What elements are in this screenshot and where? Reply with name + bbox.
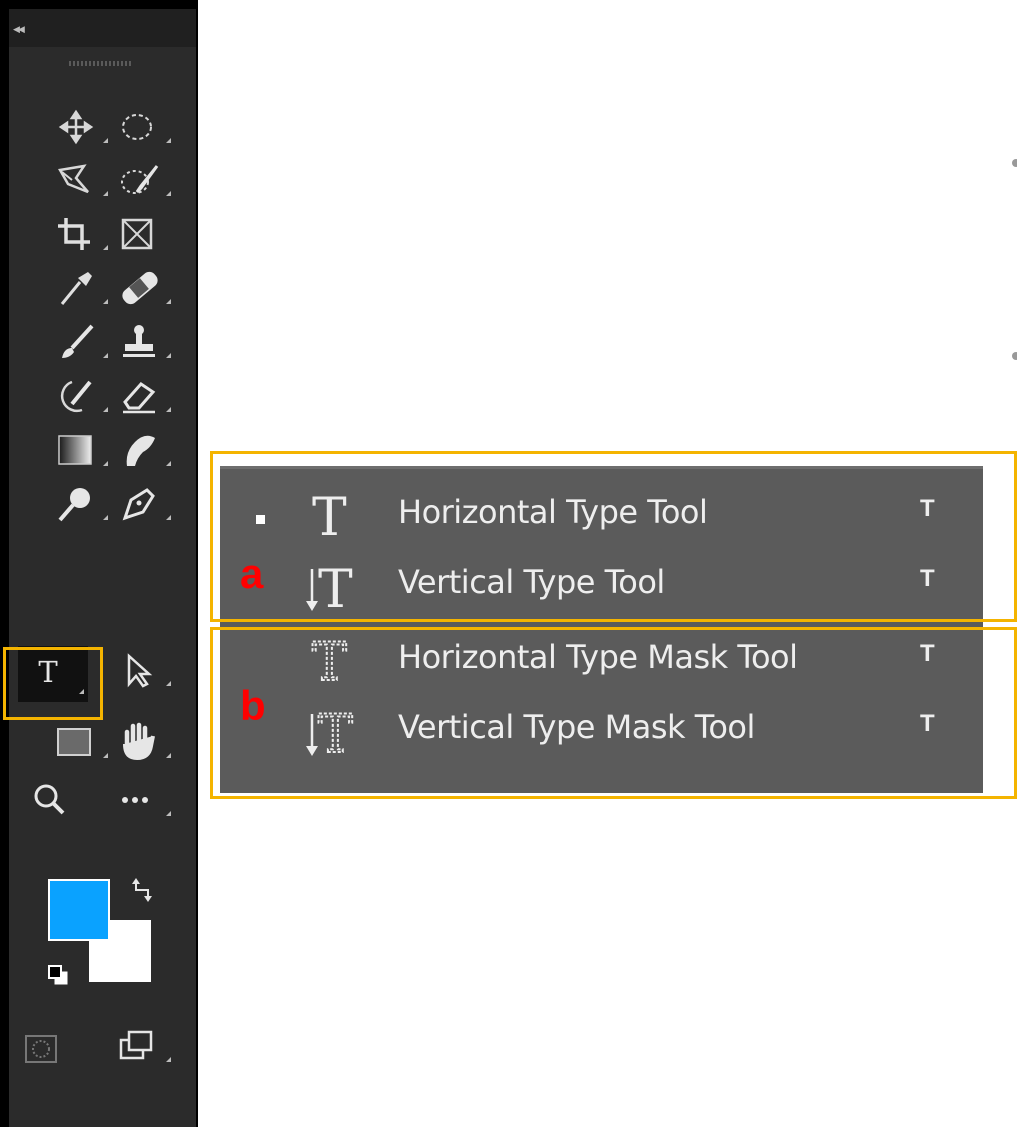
quick-selection-brush-icon	[121, 165, 159, 194]
quick-mask-mode[interactable]	[22, 1028, 78, 1072]
group-a-box	[210, 451, 1017, 622]
submenu-corner-icon	[166, 1057, 171, 1062]
drag-grip[interactable]	[69, 61, 131, 66]
quick-mask-icon	[25, 1035, 57, 1063]
type-tool-highlight	[3, 647, 103, 720]
submenu-corner-icon	[166, 461, 171, 466]
eraser-icon	[123, 382, 156, 414]
lasso-icon	[58, 164, 89, 194]
zoom-tool[interactable]	[28, 778, 84, 822]
path-selection-tool[interactable]	[117, 648, 173, 692]
submenu-corner-icon	[166, 353, 171, 358]
dashed-ellipse-icon	[122, 114, 152, 140]
crop-tool[interactable]	[54, 212, 110, 256]
default-colors-icon[interactable]	[47, 964, 69, 986]
clone-stamp-tool[interactable]	[117, 320, 173, 364]
submenu-corner-icon	[103, 461, 108, 466]
swap-colors-icon[interactable]	[130, 876, 158, 904]
submenu-corner-icon	[103, 515, 108, 520]
toolbar-header[interactable]: ◀◀	[9, 9, 196, 47]
bandage-icon	[122, 271, 158, 305]
healing-brush-tool[interactable]	[117, 266, 173, 310]
double-chevron-left-icon[interactable]: ◀◀	[13, 25, 25, 35]
eyedropper-tool[interactable]	[54, 266, 110, 310]
rectangle-icon	[57, 728, 91, 756]
brush-icon	[62, 324, 94, 358]
submenu-corner-icon	[103, 138, 108, 143]
screen-mode[interactable]	[117, 1024, 173, 1068]
brush-tool[interactable]	[54, 320, 110, 364]
move-tool[interactable]	[54, 105, 110, 149]
eyedropper-icon	[60, 272, 92, 305]
submenu-corner-icon	[103, 753, 108, 758]
submenu-corner-icon	[166, 681, 171, 686]
pen-nib-icon	[122, 488, 155, 521]
gradient-icon	[58, 435, 92, 465]
submenu-corner-icon	[103, 191, 108, 196]
hand-icon	[123, 722, 155, 761]
frame-tool[interactable]	[117, 212, 173, 256]
dodge-tool[interactable]	[54, 482, 110, 526]
rectangle-tool[interactable]	[54, 720, 110, 764]
stamp-icon	[123, 325, 155, 357]
submenu-corner-icon	[166, 191, 171, 196]
pen-tool[interactable]	[117, 482, 173, 526]
frame-x-icon	[121, 218, 153, 250]
submenu-corner-icon	[103, 245, 108, 250]
group-b-box	[210, 627, 1017, 799]
smudge-tool[interactable]	[117, 428, 173, 472]
group-b-label: b	[240, 682, 266, 729]
smudge-finger-icon	[126, 435, 155, 466]
list-bullet	[1012, 159, 1017, 167]
foreground-color-swatch[interactable]	[48, 879, 110, 941]
quick-selection-tool[interactable]	[117, 158, 173, 202]
submenu-corner-icon	[103, 299, 108, 304]
arrow-cursor-icon	[127, 653, 153, 688]
submenu-corner-icon	[166, 753, 171, 758]
history-brush-icon	[60, 380, 92, 413]
submenu-corner-icon	[166, 299, 171, 304]
crop-icon	[58, 218, 90, 250]
eraser-tool[interactable]	[117, 374, 173, 418]
dodge-icon	[58, 488, 90, 522]
screen-mode-icon	[119, 1030, 153, 1060]
submenu-corner-icon	[166, 407, 171, 412]
submenu-corner-icon	[166, 515, 171, 520]
submenu-corner-icon	[103, 353, 108, 358]
lasso-tool[interactable]	[54, 158, 110, 202]
submenu-corner-icon	[103, 407, 108, 412]
history-brush-tool[interactable]	[54, 374, 110, 418]
elliptical-marquee-tool[interactable]	[117, 105, 173, 149]
edit-toolbar[interactable]	[117, 778, 173, 822]
list-bullet	[1012, 352, 1017, 360]
group-a-label: a	[240, 550, 264, 597]
hand-tool[interactable]	[117, 720, 173, 764]
more-dots-icon	[122, 797, 148, 803]
gradient-tool[interactable]	[54, 428, 110, 472]
submenu-corner-icon	[166, 138, 171, 143]
move-arrows-icon	[58, 109, 94, 145]
toolbar-panel: ◀◀ T	[0, 0, 198, 1127]
submenu-corner-icon	[166, 811, 171, 816]
magnifier-icon	[34, 784, 65, 815]
